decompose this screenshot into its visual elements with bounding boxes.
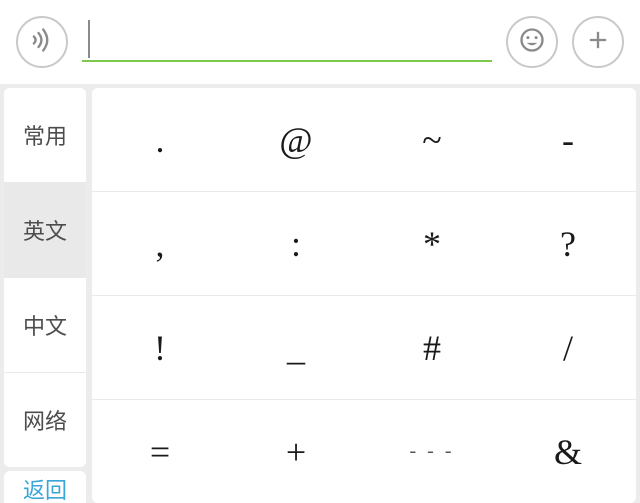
key-label: - - - xyxy=(410,440,455,463)
key-label: = xyxy=(150,431,170,473)
category-english[interactable]: 英文 xyxy=(4,183,86,278)
key-label: _ xyxy=(287,327,305,369)
category-chinese[interactable]: 中文 xyxy=(4,278,86,373)
key-at[interactable]: @ xyxy=(228,88,364,191)
back-label: 返回 xyxy=(23,473,67,503)
category-list: 常用 英文 中文 网络 xyxy=(4,88,86,467)
key-comma[interactable]: , xyxy=(92,192,228,295)
key-colon[interactable]: : xyxy=(228,192,364,295)
back-button[interactable]: 返回 xyxy=(4,471,86,503)
key-label: & xyxy=(554,431,582,473)
category-network[interactable]: 网络 xyxy=(4,373,86,467)
key-period[interactable]: . xyxy=(92,88,228,191)
text-input[interactable] xyxy=(82,16,492,68)
key-label: : xyxy=(291,223,301,265)
key-asterisk[interactable]: * xyxy=(364,192,500,295)
category-common[interactable]: 常用 xyxy=(4,88,86,183)
key-amp[interactable]: & xyxy=(500,400,636,503)
key-label: ~ xyxy=(422,119,441,161)
grid-row: . @ ~ - xyxy=(92,88,636,192)
key-label: # xyxy=(423,327,441,369)
key-label: , xyxy=(156,223,165,265)
key-label: / xyxy=(563,327,573,369)
key-label: + xyxy=(286,431,306,473)
category-label: 常用 xyxy=(23,119,67,151)
smile-icon xyxy=(518,26,546,59)
key-slash[interactable]: / xyxy=(500,296,636,399)
key-question[interactable]: ? xyxy=(500,192,636,295)
text-caret xyxy=(88,20,90,58)
input-toolbar xyxy=(0,0,640,84)
key-hash[interactable]: # xyxy=(364,296,500,399)
voice-icon xyxy=(28,26,56,59)
input-underline xyxy=(82,60,492,62)
add-button[interactable] xyxy=(572,16,624,68)
key-label: ! xyxy=(154,327,166,369)
key-equals[interactable]: = xyxy=(92,400,228,503)
key-exclaim[interactable]: ! xyxy=(92,296,228,399)
key-label: - xyxy=(562,119,574,161)
emoji-button[interactable] xyxy=(506,16,558,68)
symbol-keyboard: 常用 英文 中文 网络 返回 . @ ~ - , : * ? xyxy=(0,84,640,503)
plus-icon xyxy=(584,26,612,59)
grid-row: = + - - - & xyxy=(92,400,636,503)
category-label: 网络 xyxy=(23,404,67,436)
key-plus[interactable]: + xyxy=(228,400,364,503)
key-label: ? xyxy=(560,223,576,265)
key-label: * xyxy=(423,223,441,265)
grid-row: , : * ? xyxy=(92,192,636,296)
key-label: . xyxy=(156,119,165,161)
voice-button[interactable] xyxy=(16,16,68,68)
symbol-grid: . @ ~ - , : * ? ! _ # / = + - - - & xyxy=(92,88,636,503)
key-label: @ xyxy=(279,119,312,161)
category-label: 英文 xyxy=(23,214,67,246)
key-underscore[interactable]: _ xyxy=(228,296,364,399)
category-label: 中文 xyxy=(23,309,67,341)
category-sidebar: 常用 英文 中文 网络 返回 xyxy=(4,88,86,503)
key-tilde[interactable]: ~ xyxy=(364,88,500,191)
key-hyphen[interactable]: - xyxy=(500,88,636,191)
grid-row: ! _ # / xyxy=(92,296,636,400)
key-dashes[interactable]: - - - xyxy=(364,400,500,503)
